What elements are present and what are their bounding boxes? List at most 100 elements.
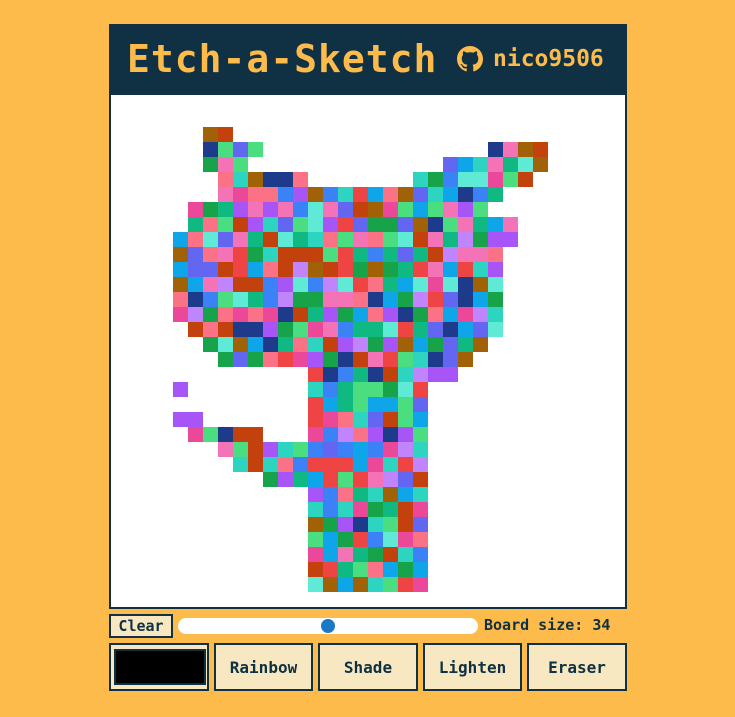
board-cell[interactable] xyxy=(233,172,248,187)
board-cell[interactable] xyxy=(218,232,233,247)
board-cell[interactable] xyxy=(368,412,383,427)
board-cell[interactable] xyxy=(398,292,413,307)
board-cell[interactable] xyxy=(248,307,263,322)
board-cell[interactable] xyxy=(263,172,278,187)
board-cell[interactable] xyxy=(413,352,428,367)
board-cell[interactable] xyxy=(203,202,218,217)
board-cell[interactable] xyxy=(368,562,383,577)
board-cell[interactable] xyxy=(398,307,413,322)
board-cell[interactable] xyxy=(413,532,428,547)
board-cell[interactable] xyxy=(443,202,458,217)
color-picker[interactable] xyxy=(109,643,209,691)
board-cell[interactable] xyxy=(278,247,293,262)
board-cell[interactable] xyxy=(383,502,398,517)
board-cell[interactable] xyxy=(338,457,353,472)
board-cell[interactable] xyxy=(353,442,368,457)
board-cell[interactable] xyxy=(353,457,368,472)
board-cell[interactable] xyxy=(413,307,428,322)
board-cell[interactable] xyxy=(428,367,443,382)
board-cell[interactable] xyxy=(503,157,518,172)
board-cell[interactable] xyxy=(263,457,278,472)
board-cell[interactable] xyxy=(383,247,398,262)
board-cell[interactable] xyxy=(308,262,323,277)
board-cell[interactable] xyxy=(443,262,458,277)
board-cell[interactable] xyxy=(353,232,368,247)
board-cell[interactable] xyxy=(443,247,458,262)
board-cell[interactable] xyxy=(443,322,458,337)
board-cell[interactable] xyxy=(338,367,353,382)
board-cell[interactable] xyxy=(263,307,278,322)
board-cell[interactable] xyxy=(233,352,248,367)
board-cell[interactable] xyxy=(218,202,233,217)
board-cell[interactable] xyxy=(473,247,488,262)
board-cell[interactable] xyxy=(218,247,233,262)
board-cell[interactable] xyxy=(428,217,443,232)
board-cell[interactable] xyxy=(428,322,443,337)
eraser-button[interactable]: Eraser xyxy=(527,643,627,691)
board-cell[interactable] xyxy=(323,532,338,547)
board-cell[interactable] xyxy=(413,367,428,382)
board-cell[interactable] xyxy=(488,277,503,292)
board-cell[interactable] xyxy=(488,262,503,277)
board-cell[interactable] xyxy=(323,262,338,277)
board-cell[interactable] xyxy=(428,187,443,202)
board-cell[interactable] xyxy=(338,502,353,517)
shade-button[interactable]: Shade xyxy=(318,643,418,691)
board-cell[interactable] xyxy=(233,322,248,337)
board-cell[interactable] xyxy=(338,472,353,487)
board-cell[interactable] xyxy=(413,427,428,442)
board-cell[interactable] xyxy=(368,577,383,592)
board-cell[interactable] xyxy=(338,277,353,292)
board-cell[interactable] xyxy=(218,262,233,277)
board-cell[interactable] xyxy=(368,487,383,502)
board-cell[interactable] xyxy=(218,307,233,322)
board-cell[interactable] xyxy=(308,532,323,547)
board-cell[interactable] xyxy=(218,442,233,457)
board-cell[interactable] xyxy=(323,487,338,502)
board-cell[interactable] xyxy=(188,412,203,427)
board-cell[interactable] xyxy=(308,577,323,592)
board-cell[interactable] xyxy=(203,427,218,442)
board-cell[interactable] xyxy=(428,172,443,187)
board-cell[interactable] xyxy=(263,472,278,487)
board-cell[interactable] xyxy=(368,292,383,307)
board-cell[interactable] xyxy=(503,142,518,157)
board-cell[interactable] xyxy=(248,247,263,262)
board-cell[interactable] xyxy=(293,187,308,202)
board-cell[interactable] xyxy=(203,232,218,247)
board-cell[interactable] xyxy=(293,232,308,247)
board-cell[interactable] xyxy=(308,547,323,562)
board-cell[interactable] xyxy=(503,217,518,232)
board-cell[interactable] xyxy=(173,277,188,292)
board-cell[interactable] xyxy=(308,337,323,352)
board-cell[interactable] xyxy=(293,262,308,277)
board-cell[interactable] xyxy=(248,142,263,157)
slider-thumb[interactable] xyxy=(321,619,335,633)
board-cell[interactable] xyxy=(458,232,473,247)
board-cell[interactable] xyxy=(473,262,488,277)
board-cell[interactable] xyxy=(248,202,263,217)
board-cell[interactable] xyxy=(353,397,368,412)
board-cell[interactable] xyxy=(473,232,488,247)
board-cell[interactable] xyxy=(368,397,383,412)
board-cell[interactable] xyxy=(293,457,308,472)
board-cell[interactable] xyxy=(323,202,338,217)
board-cell[interactable] xyxy=(398,202,413,217)
board-cell[interactable] xyxy=(398,262,413,277)
board-cell[interactable] xyxy=(353,187,368,202)
board-cell[interactable] xyxy=(248,292,263,307)
board-cell[interactable] xyxy=(293,247,308,262)
rainbow-button[interactable]: Rainbow xyxy=(214,643,313,691)
board-cell[interactable] xyxy=(248,232,263,247)
board-cell[interactable] xyxy=(443,172,458,187)
board-cell[interactable] xyxy=(428,262,443,277)
board-cell[interactable] xyxy=(278,217,293,232)
board-cell[interactable] xyxy=(473,277,488,292)
board-cell[interactable] xyxy=(368,472,383,487)
board-cell[interactable] xyxy=(368,307,383,322)
board-cell[interactable] xyxy=(383,277,398,292)
board-cell[interactable] xyxy=(413,202,428,217)
board-cell[interactable] xyxy=(218,142,233,157)
board-cell[interactable] xyxy=(368,457,383,472)
board-cell[interactable] xyxy=(353,427,368,442)
